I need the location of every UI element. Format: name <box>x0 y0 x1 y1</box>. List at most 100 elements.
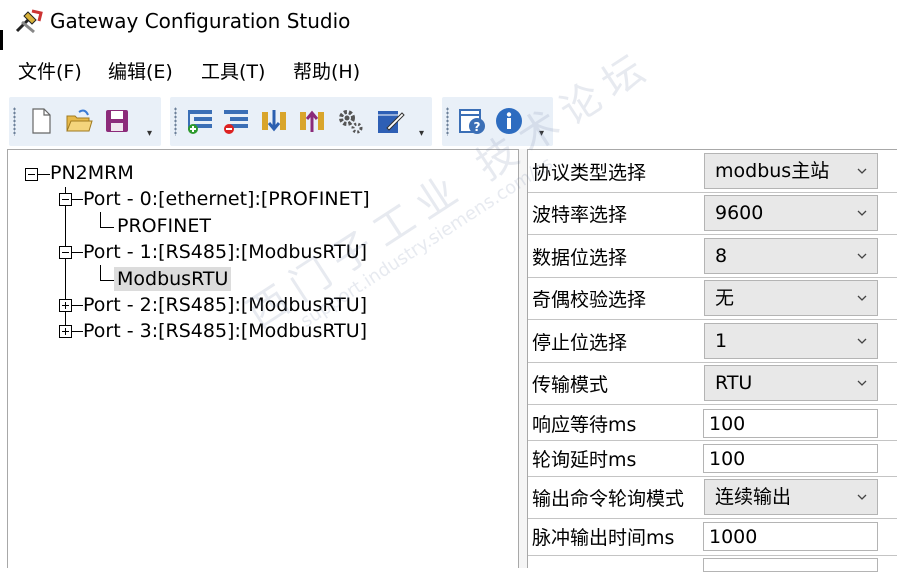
row-divider <box>528 476 897 477</box>
tree-node-port-3[interactable]: Port - 3:[RS485]:[ModbusRTU] <box>83 319 367 343</box>
parity-select[interactable]: 无 <box>704 280 878 316</box>
row-divider <box>528 440 897 441</box>
chevron-down-icon <box>857 338 867 344</box>
chevron-down-icon <box>857 210 867 216</box>
chevron-down-icon <box>857 494 867 500</box>
pulse-time-input[interactable]: 1000 <box>703 522 878 551</box>
edit-notes-icon[interactable] <box>375 106 405 136</box>
row-divider <box>528 319 897 320</box>
row-divider <box>528 518 897 519</box>
settings-gear-icon[interactable] <box>335 106 365 136</box>
toolbar-file-group: ▾ <box>9 97 161 146</box>
prop-label-stopbits: 停止位选择 <box>532 332 628 354</box>
add-port-icon[interactable] <box>185 106 215 136</box>
baudrate-select[interactable]: 9600 <box>704 195 878 231</box>
row-divider <box>528 404 897 405</box>
tools-app-icon <box>15 9 43 34</box>
upload-icon[interactable] <box>297 106 327 136</box>
tree-node-modbusrtu-selected[interactable]: ModbusRTU <box>114 267 232 291</box>
prop-label-protocol: 协议类型选择 <box>532 162 647 184</box>
tree-connector <box>100 265 101 280</box>
toolbar-overflow-icon[interactable]: ▾ <box>419 129 428 139</box>
tree-connector <box>100 212 101 227</box>
collapse-toggle-icon[interactable] <box>25 168 38 181</box>
project-tree-panel: PN2MRM Port - 0:[ethernet]:[PROFINET] PR… <box>7 149 519 568</box>
row-divider <box>528 362 897 363</box>
info-icon[interactable] <box>494 106 524 136</box>
open-folder-icon[interactable] <box>64 106 94 136</box>
row-divider <box>528 192 897 193</box>
help-icon[interactable]: ? <box>457 106 487 136</box>
remove-port-icon[interactable] <box>221 106 251 136</box>
menu-tools[interactable]: 工具(T) <box>201 60 265 84</box>
row-divider <box>528 234 897 235</box>
toolbar-overflow-icon[interactable]: ▾ <box>147 129 156 139</box>
property-panel: 协议类型选择 modbus主站 波特率选择 9600 数据位选择 8 奇偶校验选… <box>527 149 897 572</box>
svg-text:?: ? <box>474 120 481 134</box>
parity-value: 无 <box>715 287 735 309</box>
chevron-down-icon <box>857 253 867 259</box>
tree-node-root[interactable]: PN2MRM <box>50 161 134 185</box>
stopbits-select[interactable]: 1 <box>704 323 878 359</box>
prop-label-poll-delay: 轮询延时ms <box>532 449 637 471</box>
protocol-select[interactable]: modbus主站 <box>704 153 878 189</box>
window-edge-mark <box>0 30 3 50</box>
row-divider <box>528 277 897 278</box>
output-poll-mode-select[interactable]: 连续输出 <box>704 479 878 515</box>
response-wait-input[interactable]: 100 <box>703 409 878 438</box>
next-row-input-partial[interactable] <box>703 558 878 572</box>
baudrate-value: 9600 <box>715 202 764 224</box>
databits-select[interactable]: 8 <box>704 238 878 274</box>
pulse-time-value: 1000 <box>709 526 758 548</box>
response-wait-value: 100 <box>709 413 746 435</box>
save-icon[interactable] <box>102 106 132 136</box>
toolbar-grip[interactable] <box>174 107 177 136</box>
tree-connector <box>100 280 114 281</box>
tree-connector <box>38 174 50 175</box>
tree-node-port-2[interactable]: Port - 2:[RS485]:[ModbusRTU] <box>83 293 367 317</box>
window-title: Gateway Configuration Studio <box>50 9 351 33</box>
transmode-value: RTU <box>715 372 753 394</box>
poll-delay-input[interactable]: 100 <box>703 444 878 473</box>
menu-help[interactable]: 帮助(H) <box>293 60 360 84</box>
toolbar-help-group: ? ▾ <box>442 97 553 146</box>
chevron-down-icon <box>857 380 867 386</box>
protocol-value: modbus主站 <box>715 160 830 182</box>
poll-delay-value: 100 <box>709 448 746 470</box>
tree-connector <box>72 199 83 200</box>
prop-label-pulse-time: 脉冲输出时间ms <box>532 527 675 549</box>
toolbar-grip[interactable] <box>13 107 16 136</box>
chevron-down-icon <box>857 168 867 174</box>
tree-connector <box>72 331 83 332</box>
tree-connector <box>72 252 83 253</box>
menu-edit[interactable]: 编辑(E) <box>108 60 173 84</box>
menu-bar: 文件(F) 编辑(E) 工具(T) 帮助(H) <box>0 56 897 88</box>
download-icon[interactable] <box>259 106 289 136</box>
prop-label-parity: 奇偶校验选择 <box>532 289 647 311</box>
output-poll-mode-value: 连续输出 <box>715 486 792 508</box>
tree-connector <box>72 305 83 306</box>
transmode-select[interactable]: RTU <box>704 365 878 401</box>
chevron-down-icon <box>857 295 867 301</box>
expand-toggle-icon[interactable] <box>59 325 72 338</box>
tree-node-profinet[interactable]: PROFINET <box>117 214 211 238</box>
prop-label-baudrate: 波特率选择 <box>532 204 628 226</box>
prop-label-databits: 数据位选择 <box>532 247 628 269</box>
stopbits-value: 1 <box>715 330 728 352</box>
panel-splitter[interactable] <box>519 149 527 568</box>
prop-label-transmode: 传输模式 <box>532 374 609 396</box>
tree-node-port-1[interactable]: Port - 1:[RS485]:[ModbusRTU] <box>83 240 367 264</box>
toolbar-grip[interactable] <box>446 107 449 136</box>
tree-node-port-0[interactable]: Port - 0:[ethernet]:[PROFINET] <box>83 187 370 211</box>
tree-connector <box>100 227 114 228</box>
menu-file[interactable]: 文件(F) <box>18 60 82 84</box>
expand-toggle-icon[interactable] <box>59 299 72 312</box>
collapse-toggle-icon[interactable] <box>59 193 72 206</box>
databits-value: 8 <box>715 245 728 267</box>
toolbar-port-group: ▾ <box>170 97 432 146</box>
prop-label-output-poll-mode: 输出命令轮询模式 <box>532 488 685 510</box>
prop-label-response-wait: 响应等待ms <box>532 414 637 436</box>
collapse-toggle-icon[interactable] <box>59 246 72 259</box>
toolbar-overflow-icon[interactable]: ▾ <box>539 129 548 139</box>
new-file-icon[interactable] <box>26 106 56 136</box>
